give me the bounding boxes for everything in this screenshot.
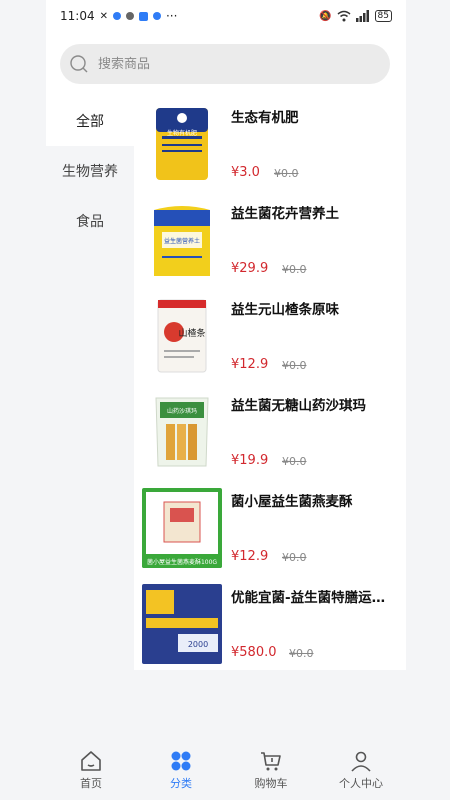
product-name: 生态有机肥	[231, 110, 299, 126]
product-name: 益生菌无糖山药沙琪玛	[231, 398, 366, 414]
product-image: 生物有机肥	[142, 104, 222, 184]
tab-label: 首页	[80, 777, 102, 790]
list-item[interactable]: 生物有机肥 生态有机肥 ¥3.0 ¥0.0	[134, 96, 406, 192]
app-notification-icon	[112, 12, 121, 20]
product-list: 生物有机肥 生态有机肥 ¥3.0 ¥0.0 益生菌营养土 益生菌花卉营养土 ¥2…	[134, 96, 406, 670]
mute-icon: 🔕	[319, 10, 332, 22]
product-image-text: 山楂条	[178, 327, 205, 339]
search-icon	[70, 55, 88, 73]
product-name: 优能宜菌-益生菌特膳运…	[231, 590, 386, 606]
bottom-tab-bar: 首页 分类 购物车 个人中心	[46, 740, 406, 800]
missed-call-icon: ✕	[99, 10, 108, 22]
list-item[interactable]: 山药沙琪玛 益生菌无糖山药沙琪玛 ¥19.9 ¥0.0	[134, 384, 406, 480]
product-price: ¥12.9	[231, 357, 269, 372]
battery-icon: 85	[374, 10, 392, 22]
product-image: 山楂条	[142, 296, 222, 376]
category-icon	[171, 751, 191, 771]
product-image-text: 菌小屋益生菌燕麦酥100G	[147, 558, 217, 566]
signal-icon	[355, 10, 369, 22]
tab-label: 分类	[170, 777, 192, 790]
sidebar-item-all[interactable]: 全部	[46, 96, 134, 146]
app-badge-icon	[138, 11, 148, 21]
product-name: 益生菌花卉营养土	[231, 206, 339, 222]
browser-notification-icon	[152, 12, 161, 20]
sidebar-item-label: 生物营养	[62, 164, 118, 180]
list-item[interactable]: 山楂条 益生元山楂条原味 ¥12.9 ¥0.0	[134, 288, 406, 384]
product-price: ¥580.0	[231, 645, 277, 660]
tab-label: 购物车	[254, 777, 288, 790]
product-original-price: ¥0.0	[282, 551, 307, 564]
product-image-text: 2000	[188, 640, 208, 649]
sidebar-item-label: 食品	[76, 214, 104, 230]
product-original-price: ¥0.0	[282, 263, 307, 276]
sidebar-item-food[interactable]: 食品	[46, 196, 134, 246]
product-name: 菌小屋益生菌燕麦酥	[231, 494, 353, 510]
product-image: 益生菌营养土	[142, 200, 222, 280]
tab-cart[interactable]: 购物车	[226, 749, 316, 791]
product-price: ¥12.9	[231, 549, 269, 564]
search-bar-area	[46, 32, 406, 96]
cart-icon	[261, 752, 281, 771]
more-notifications: ···	[165, 9, 178, 23]
tab-profile[interactable]: 个人中心	[316, 749, 406, 791]
product-image-text: 生物有机肥	[167, 129, 197, 137]
product-original-price: ¥0.0	[274, 167, 299, 180]
product-price: ¥29.9	[231, 261, 269, 276]
product-original-price: ¥0.0	[289, 647, 314, 660]
status-right: 🔕 85	[319, 10, 392, 22]
product-price: ¥19.9	[231, 453, 269, 468]
category-sidebar: 全部 生物营养 食品	[46, 96, 134, 246]
wifi-icon	[337, 10, 351, 22]
tab-home[interactable]: 首页	[46, 749, 136, 791]
product-image: 山药沙琪玛	[142, 392, 222, 472]
sidebar-item-label: 全部	[76, 114, 104, 130]
product-image-text: 益生菌营养土	[164, 237, 200, 245]
product-name: 益生元山楂条原味	[231, 302, 339, 318]
list-item[interactable]: 2000 优能宜菌-益生菌特膳运… ¥580.0 ¥0.0	[134, 576, 406, 672]
app-screen: 11:04 ✕ ··· 🔕 85 搜索商品 全部 生物营养 食品 生物有机肥 生…	[46, 0, 406, 800]
product-original-price: ¥0.0	[282, 359, 307, 372]
list-item[interactable]: 益生菌营养土 益生菌花卉营养土 ¥29.9 ¥0.0	[134, 192, 406, 288]
product-image: 2000	[142, 584, 222, 664]
tab-category[interactable]: 分类	[136, 749, 226, 791]
status-left: 11:04 ✕ ···	[60, 9, 177, 23]
tab-label: 个人中心	[339, 777, 383, 790]
list-item[interactable]: 菌小屋益生菌燕麦酥100G 菌小屋益生菌燕麦酥 ¥12.9 ¥0.0	[134, 480, 406, 576]
home-icon	[81, 751, 101, 771]
chat-notification-icon	[125, 12, 134, 20]
product-price: ¥3.0	[231, 165, 260, 180]
product-image-text: 山药沙琪玛	[167, 407, 197, 415]
status-bar: 11:04 ✕ ··· 🔕 85	[46, 0, 406, 32]
sidebar-item-bio-nutrition[interactable]: 生物营养	[46, 146, 134, 196]
search-input[interactable]	[96, 55, 360, 73]
search-box[interactable]	[60, 44, 390, 84]
user-icon	[351, 751, 371, 772]
product-original-price: ¥0.0	[282, 455, 307, 468]
product-image: 菌小屋益生菌燕麦酥100G	[142, 488, 222, 568]
status-time: 11:04	[60, 9, 95, 23]
